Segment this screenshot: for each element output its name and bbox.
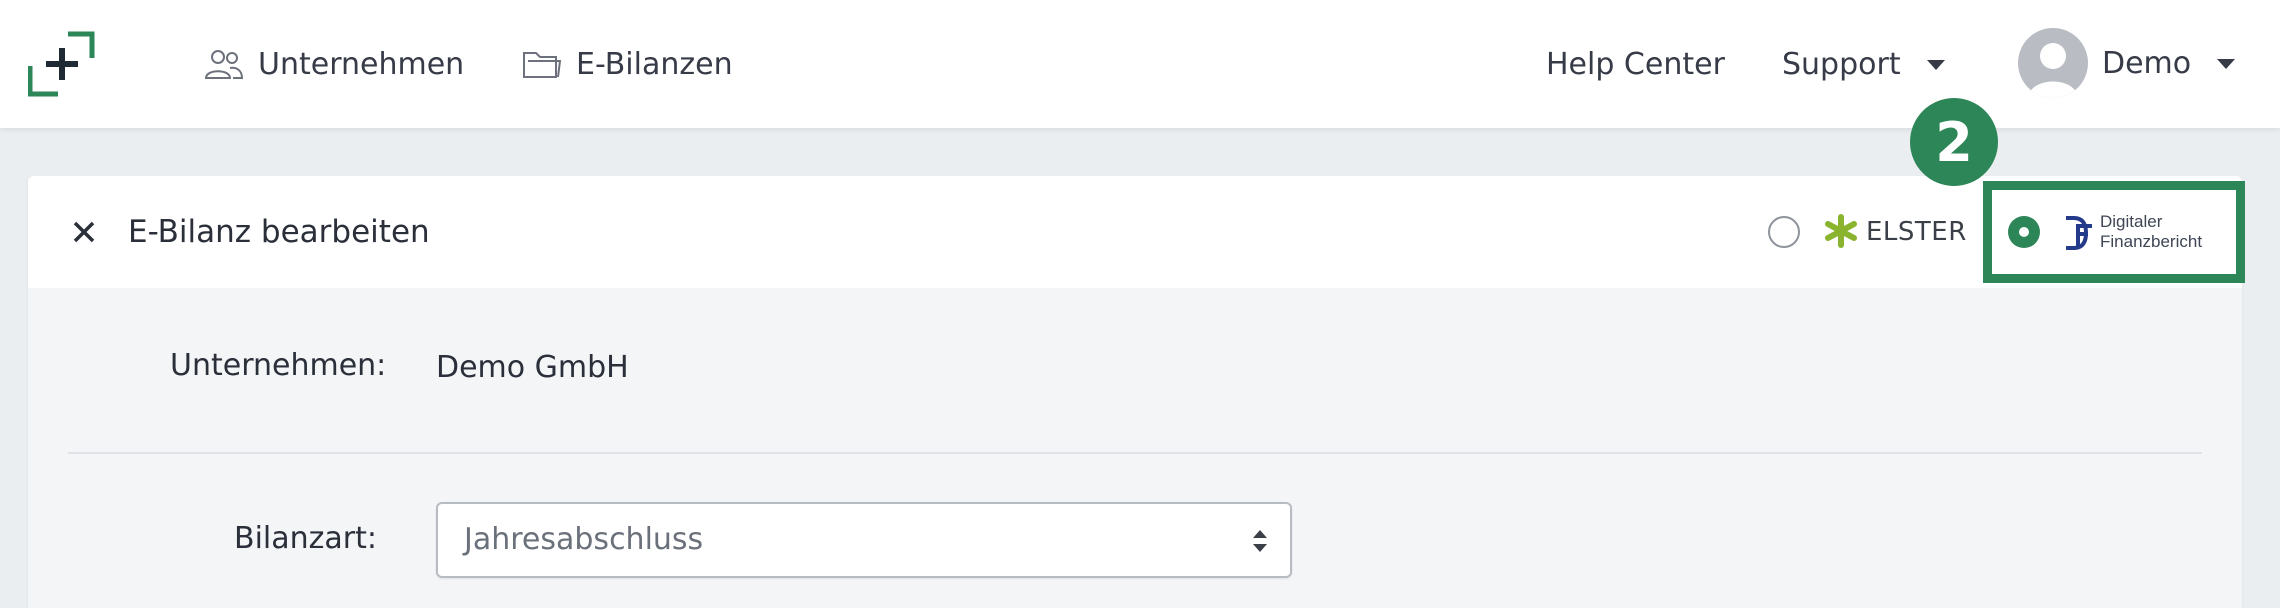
df-label-line2: Finanzbericht: [2100, 232, 2203, 251]
card-header: E-Bilanz bearbeiten ELSTER Digitaler Fin…: [28, 176, 2245, 288]
company-value: Demo GmbH: [436, 350, 629, 385]
app-logo[interactable]: [27, 30, 96, 98]
bilanzart-label: Bilanzart:: [234, 521, 377, 556]
divider: [68, 452, 2202, 454]
digitaler-finanzbericht-radio[interactable]: [2008, 216, 2040, 248]
nav-e-bilanzen[interactable]: E-Bilanzen: [522, 38, 733, 90]
logo-icon: [27, 31, 95, 97]
nav-support-dropdown[interactable]: Support: [1782, 38, 1945, 90]
elster-radio[interactable]: [1768, 216, 1800, 248]
company-label: Unternehmen:: [170, 348, 387, 383]
nav-e-bilanzen-label: E-Bilanzen: [576, 46, 733, 82]
close-icon: [73, 221, 95, 243]
help-center-label: Help Center: [1546, 46, 1725, 82]
nav-unternehmen[interactable]: Unternehmen: [204, 38, 464, 90]
bilanzart-select[interactable]: Jahresabschluss: [436, 502, 1292, 578]
close-button[interactable]: [64, 212, 104, 252]
avatar: [2018, 28, 2088, 98]
bilanzart-selected-value: Jahresabschluss: [464, 522, 704, 557]
folder-icon: [523, 52, 562, 78]
nav-help-center[interactable]: Help Center: [1546, 38, 1725, 90]
select-arrows-icon: [1253, 530, 1267, 552]
users-icon: [204, 50, 244, 79]
step-badge: 2: [1910, 98, 1998, 186]
user-menu-dropdown[interactable]: Demo: [2018, 28, 2236, 98]
elster-star-icon: [1825, 214, 1857, 248]
user-avatar-icon: [2028, 43, 2078, 98]
df-label-line1: Digitaler: [2100, 212, 2163, 231]
elster-label: ELSTER: [1866, 217, 1967, 247]
digitaler-finanzbericht-label: Digitaler Finanzbericht: [2100, 212, 2202, 252]
edit-card: E-Bilanz bearbeiten ELSTER Digitaler Fin…: [28, 176, 2245, 608]
df-logo-icon: [2066, 216, 2092, 250]
nav-unternehmen-label: Unternehmen: [258, 46, 465, 82]
chevron-down-icon: [2217, 59, 2236, 69]
user-name: Demo: [2102, 45, 2192, 81]
support-label: Support: [1782, 46, 1901, 82]
card-title: E-Bilanz bearbeiten: [128, 214, 430, 250]
chevron-down-icon: [1926, 60, 1945, 70]
